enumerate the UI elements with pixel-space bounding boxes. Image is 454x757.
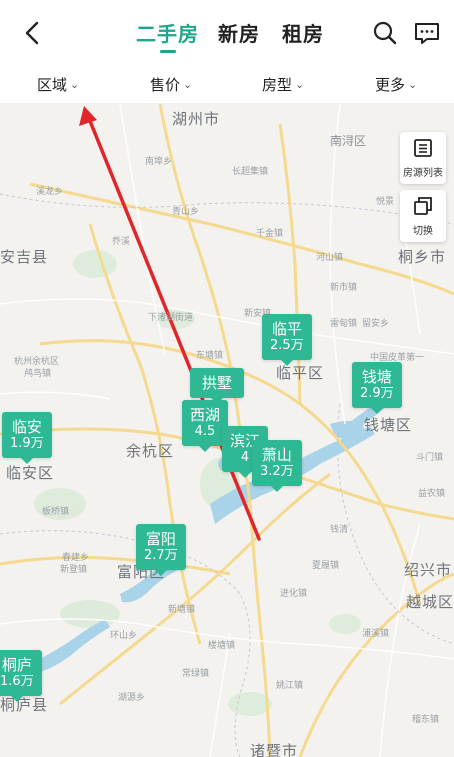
town-label: 雷甸镇 [330,319,358,329]
town-label: 斗门镇 [416,453,444,463]
town-label: 悦景 [376,197,395,207]
town-label: 夏履镇 [312,561,340,571]
marker-tonglu[interactable]: 桐庐 1.6万 [0,650,42,702]
town-label: 益农镇 [418,489,446,499]
town-label: 溪龙乡 [36,187,64,197]
map-label-anji: 安吉县 [0,248,49,266]
filter-layout[interactable]: 房型 ⌄ [262,74,304,95]
filter-layout-label: 房型 [262,76,293,94]
marker-xiaoshan[interactable]: 萧山 3.2万 [252,440,302,492]
town-label: 下渚湖街道 [148,313,194,323]
town-label: 常绿镇 [182,669,210,679]
map-label-yuhang: 余杭区 [126,442,175,460]
marker-name: 桐庐 [1,656,32,674]
list-icon [414,139,432,157]
marker-price: 2.5万 [270,338,304,353]
map-label-tongxiang: 桐乡市 [398,248,447,266]
town-label: 楼塘镇 [208,641,236,651]
back-icon[interactable] [18,18,48,48]
map-label-tonglu: 桐庐县 [0,696,49,714]
tab-rent[interactable]: 租房 [282,18,324,47]
filter-more-label: 更多 [375,76,406,94]
marker-name: 拱墅 [202,374,233,392]
town-label: 新登镇 [60,565,88,575]
marker-name: 钱塘 [361,368,392,386]
chevron-down-icon: ⌄ [295,78,305,91]
town-label: 留安乡 [362,319,390,329]
marker-name: 富阳 [145,530,176,548]
town-label: 河山镇 [316,253,344,263]
town-label: 南埠乡 [145,157,173,167]
map-label-luniao: 鸬鸟镇 [24,369,52,379]
map-label-huzhou: 湖州市 [172,110,221,128]
marker-price: 4.5 [194,424,216,439]
marker-gongshu[interactable]: 拱墅 [190,368,245,404]
tab-new-home[interactable]: 新房 [218,18,260,47]
map-label-shaoxing: 绍兴市 [404,561,453,579]
town-label: 湖源乡 [118,693,146,703]
town-label: 浦溪镇 [362,629,390,639]
filter-price-label: 售价 [150,76,181,94]
marker-name: 西湖 [190,406,221,424]
town-label: 稽东镇 [412,715,440,725]
marker-name: 临安 [11,418,42,436]
town-label: 进化镇 [280,589,308,599]
town-label: 东塘镇 [196,351,224,361]
marker-linan[interactable]: 临安 1.9万 [2,412,52,464]
filter-area-label: 区域 [37,76,68,94]
town-label: 乔溪 [112,237,131,247]
town-label: 青山乡 [172,207,200,217]
marker-price: 3.2万 [260,464,294,479]
switch-button[interactable]: 切换 [400,190,446,242]
town-label: 新塘镇 [168,605,196,615]
town-label: 长超集镇 [232,167,269,177]
filter-area[interactable]: 区域 ⌄ [37,74,79,95]
marker-qiantang[interactable]: 钱塘 2.9万 [352,362,402,414]
town-label: 环山乡 [110,631,138,641]
map-label-nanxun: 南浔区 [330,134,367,148]
marker-name: 临平 [271,320,302,338]
filter-more[interactable]: 更多 ⌄ [375,74,417,95]
listing-list-label: 房源列表 [403,168,443,179]
map-view[interactable]: 湖州市 南浔区 安吉县 桐乡市 临平区 余杭区 钱塘区 临安区 富阳区 绍兴市 … [0,104,454,757]
town-label: 板桥镇 [42,507,70,517]
message-icon[interactable] [412,18,442,48]
marker-price: 1.9万 [10,436,44,451]
tab-secondhand[interactable]: 二手房 [136,18,199,53]
filter-price[interactable]: 售价 ⌄ [150,74,192,95]
marker-name: 萧山 [261,446,292,464]
marker-price: 2.7万 [144,548,178,563]
marker-linping[interactable]: 临平 2.5万 [262,314,312,366]
town-label: 千金镇 [256,229,284,239]
chevron-down-icon: ⌄ [408,78,418,91]
marker-price: 1.6万 [0,674,34,689]
map-label-qiantang: 钱塘区 [364,416,413,434]
map-label-yuecheng: 越城区 [406,593,454,611]
filter-bar: 区域 ⌄ 售价 ⌄ 房型 ⌄ 更多 ⌄ [0,66,454,104]
listing-list-button[interactable]: 房源列表 [400,132,446,184]
chevron-down-icon: ⌄ [183,78,193,91]
search-icon[interactable] [370,18,400,48]
marker-fuyang[interactable]: 富阳 2.7万 [136,524,186,576]
marker-price: 2.9万 [360,386,394,401]
chevron-down-icon: ⌄ [70,78,80,91]
town-label: 钱清 [330,525,349,535]
top-bar: 二手房 新房 租房 [0,0,454,66]
switch-icon [414,197,432,215]
town-label: 姚江镇 [276,681,304,691]
map-label-linan: 临安区 [6,464,55,482]
map-label-zhuji: 诸暨市 [250,742,299,757]
switch-label: 切换 [413,226,433,237]
town-label: 新市镇 [330,283,358,293]
